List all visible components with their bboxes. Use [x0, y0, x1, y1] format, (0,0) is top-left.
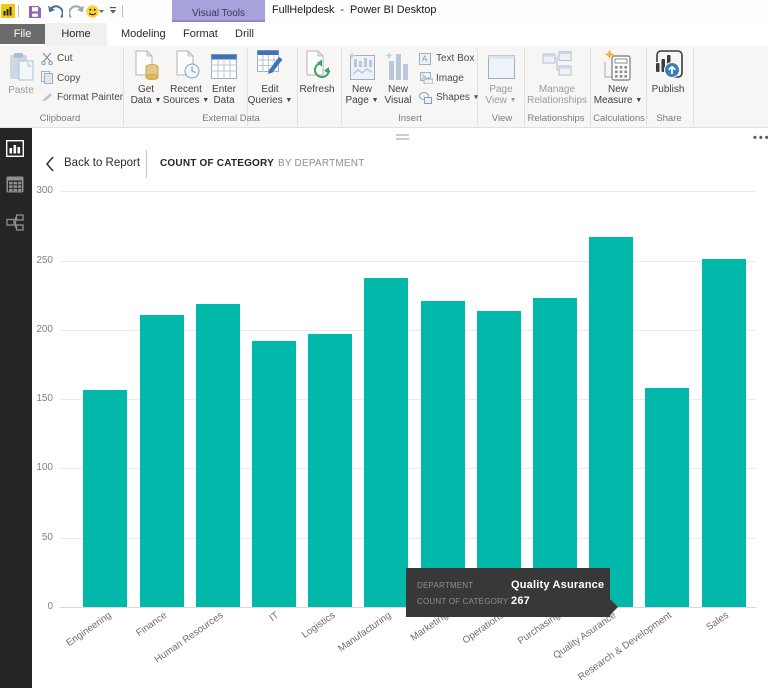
svg-text:A: A [422, 55, 428, 64]
